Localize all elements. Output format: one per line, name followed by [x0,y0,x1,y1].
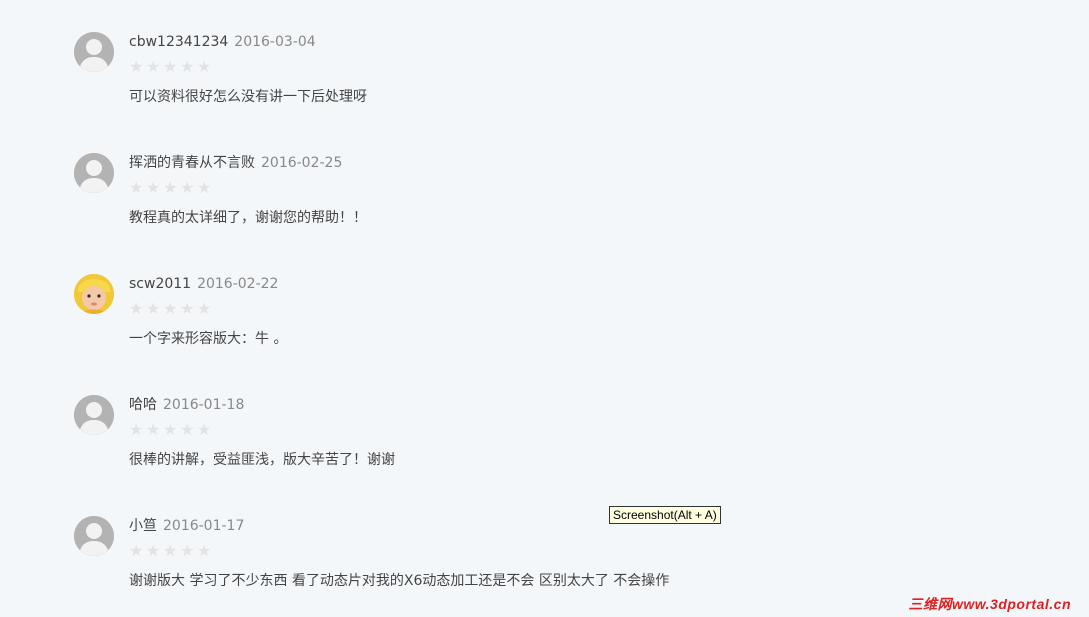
site-watermark: 三维网www.3dportal.cn [908,596,1071,612]
star-rating: ★★★★★ [129,179,214,197]
star-icon: ★ [197,178,216,197]
star-icon: ★ [163,420,182,439]
comment-date: 2016-02-25 [261,155,343,171]
default-user-icon [74,516,114,556]
star-icon: ★ [146,57,165,76]
user-avatar[interactable] [74,395,114,435]
star-icon: ★ [197,57,216,76]
star-icon: ★ [129,178,148,197]
comment-date: 2016-01-18 [163,397,245,413]
star-rating: ★★★★★ [129,542,214,560]
username[interactable]: 哈哈 [129,397,157,413]
star-icon: ★ [163,178,182,197]
star-icon: ★ [163,57,182,76]
star-icon: ★ [163,541,182,560]
screenshot-tooltip: Screenshot(Alt + A) [609,506,721,524]
comment-text: 谢谢版大 学习了不少东西 看了动态片对我的X6动态加工还是不会 区别太大了 不会… [129,573,670,589]
star-rating: ★★★★★ [129,58,214,76]
star-icon: ★ [146,178,165,197]
comment-meta: scw2011 2016-02-22 [129,276,278,292]
star-rating: ★★★★★ [129,300,214,318]
star-icon: ★ [180,57,199,76]
comment-item: 小笪 2016-01-17 ★★★★★ 谢谢版大 学习了不少东西 看了动态片对我的… [74,516,974,616]
default-user-icon [74,32,114,72]
star-icon: ★ [129,420,148,439]
username[interactable]: cbw12341234 [129,34,228,50]
star-rating: ★★★★★ [129,421,214,439]
comment-item: scw2011 2016-02-22 ★★★★★ 一个字来形容版大：牛 。 [74,274,974,374]
baby-photo-avatar [74,274,114,314]
comment-item: cbw12341234 2016-03-04 ★★★★★ 可以资料很好怎么没有讲一… [74,32,974,132]
comment-text: 一个字来形容版大：牛 。 [129,331,288,347]
star-icon: ★ [129,541,148,560]
star-icon: ★ [197,420,216,439]
comment-text: 很棒的讲解，受益匪浅，版大辛苦了！谢谢 [129,452,395,468]
username[interactable]: scw2011 [129,276,191,292]
user-avatar[interactable] [74,274,114,314]
star-icon: ★ [129,57,148,76]
default-user-icon [74,395,114,435]
star-icon: ★ [146,299,165,318]
star-icon: ★ [163,299,182,318]
username[interactable]: 小笪 [129,518,157,534]
comment-text: 可以资料很好怎么没有讲一下后处理呀 [129,89,367,105]
comment-item: 哈哈 2016-01-18 ★★★★★ 很棒的讲解，受益匪浅，版大辛苦了！谢谢 [74,395,974,495]
comment-text: 教程真的太详细了，谢谢您的帮助！！ [129,210,367,226]
username[interactable]: 挥洒的青春从不言败 [129,155,255,171]
comment-item: 挥洒的青春从不言败 2016-02-25 ★★★★★ 教程真的太详细了，谢谢您的帮… [74,153,974,253]
comment-meta: 挥洒的青春从不言败 2016-02-25 [129,155,342,171]
user-avatar[interactable] [74,32,114,72]
user-avatar[interactable] [74,516,114,556]
star-icon: ★ [180,178,199,197]
star-icon: ★ [129,299,148,318]
comment-meta: 哈哈 2016-01-18 [129,397,244,413]
comment-date: 2016-03-04 [234,34,316,50]
star-icon: ★ [180,299,199,318]
star-icon: ★ [146,541,165,560]
default-user-icon [74,153,114,193]
comment-date: 2016-01-17 [163,518,245,534]
star-icon: ★ [197,541,216,560]
star-icon: ★ [180,541,199,560]
comment-meta: 小笪 2016-01-17 [129,518,244,534]
star-icon: ★ [146,420,165,439]
user-avatar[interactable] [74,153,114,193]
star-icon: ★ [197,299,216,318]
comment-date: 2016-02-22 [197,276,279,292]
comment-meta: cbw12341234 2016-03-04 [129,34,316,50]
star-icon: ★ [180,420,199,439]
